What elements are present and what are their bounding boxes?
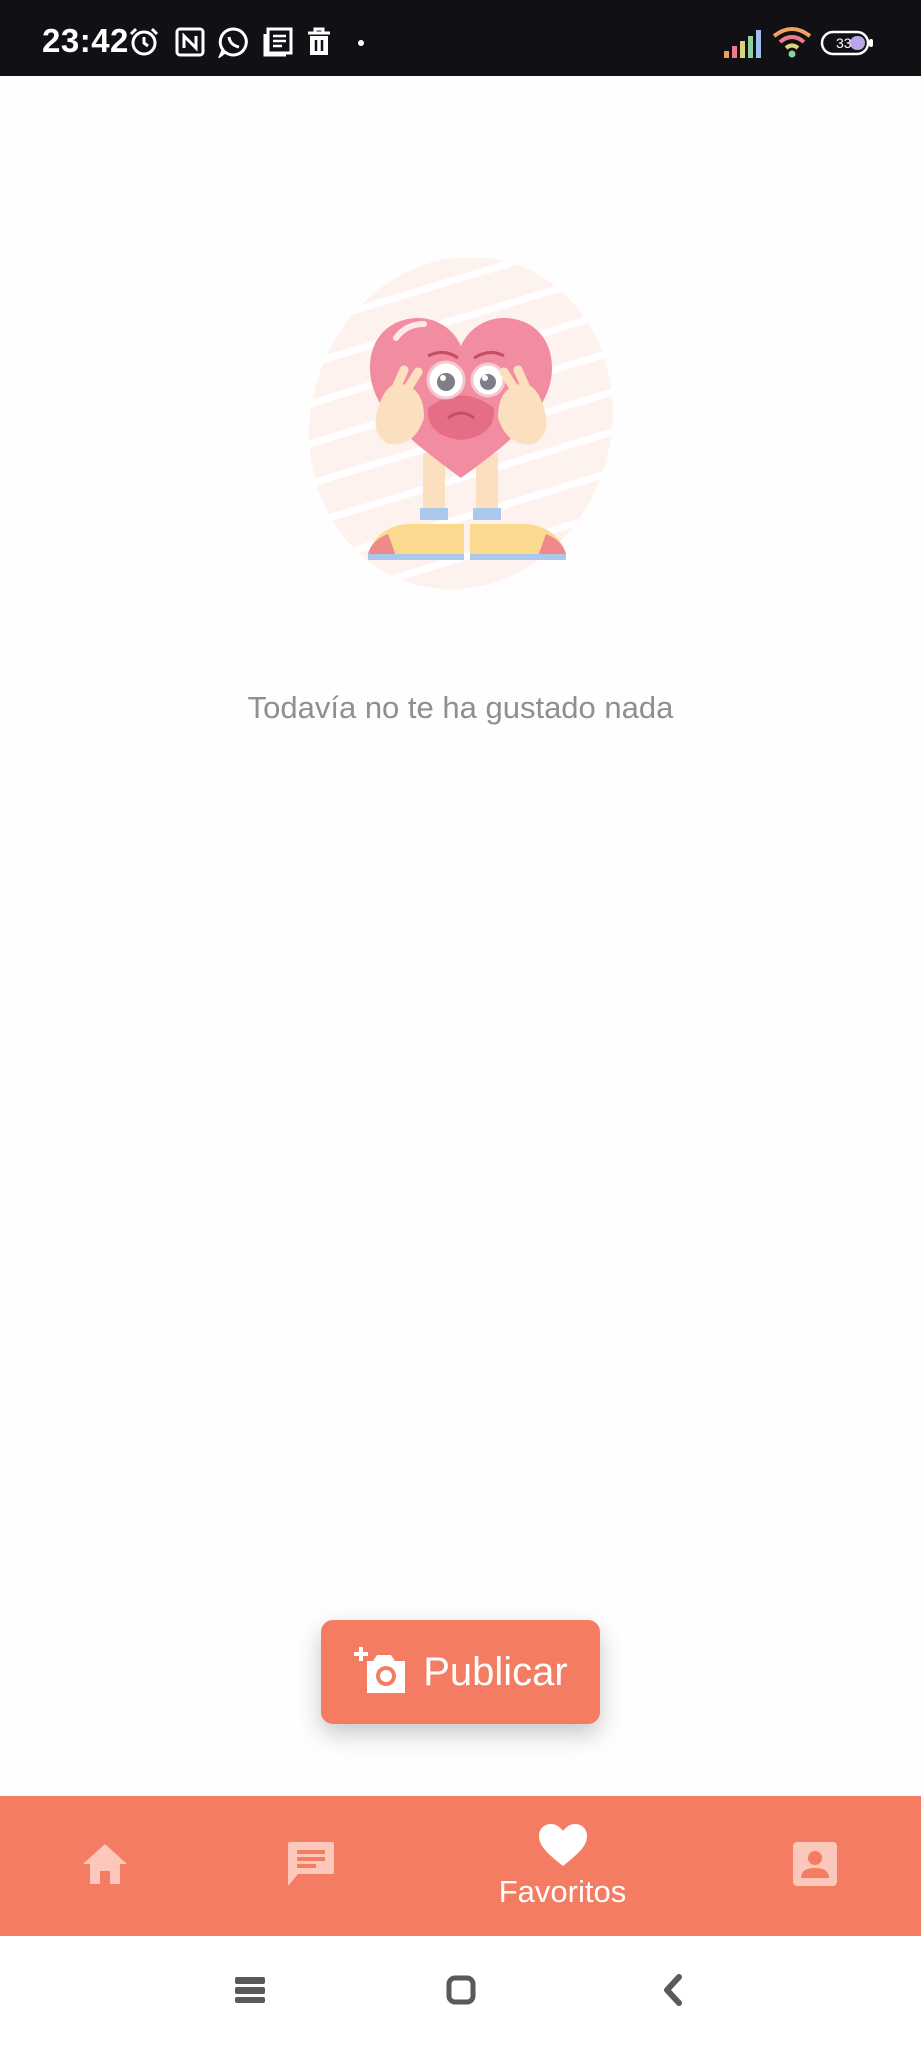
bottom-navigation: Favoritos: [0, 1796, 921, 1936]
home-square-icon: [446, 1975, 476, 2010]
profile-icon: [792, 1841, 838, 1892]
publish-button[interactable]: Publicar: [321, 1620, 600, 1724]
status-bar: 23:42 33: [0, 0, 921, 76]
back-system-button[interactable]: [628, 1936, 718, 2048]
nav-item-home[interactable]: [60, 1796, 150, 1936]
back-icon: [662, 1973, 684, 2011]
nav-item-chat[interactable]: [266, 1796, 356, 1936]
chat-icon: [286, 1840, 336, 1893]
favorites-screen: 23:42 33 Todavía no te ha gustado nada P…: [0, 0, 921, 2048]
home-system-button[interactable]: [416, 1936, 506, 2048]
whatsapp-icon: [217, 26, 250, 63]
recents-icon: [234, 1976, 266, 2009]
status-time: 23:42: [42, 22, 129, 59]
trash-icon: [304, 26, 334, 63]
add-photo-icon: [353, 1645, 409, 1700]
signal-icon: [724, 30, 762, 63]
alarm-icon: [128, 26, 160, 63]
more-notifications-dot: [358, 40, 364, 46]
wifi-icon: [772, 26, 812, 63]
recents-button[interactable]: [205, 1936, 295, 2048]
nav-label-favorites: Favoritos: [498, 1873, 627, 1909]
heart-icon: [538, 1823, 588, 1872]
system-navigation-bar: [0, 1936, 921, 2048]
battery-level: 33: [836, 35, 852, 51]
nav-item-favorites[interactable]: Favoritos: [470, 1796, 655, 1936]
news-icon: [262, 26, 294, 63]
battery-icon: 33: [820, 30, 874, 61]
empty-state-message: Todavía no te ha gustado nada: [247, 690, 674, 725]
publish-label: Publicar: [423, 1649, 568, 1694]
sad-heart-illustration: [294, 216, 628, 630]
nav-item-profile[interactable]: [770, 1796, 860, 1936]
home-icon: [81, 1842, 129, 1891]
nfc-icon: [174, 26, 206, 63]
